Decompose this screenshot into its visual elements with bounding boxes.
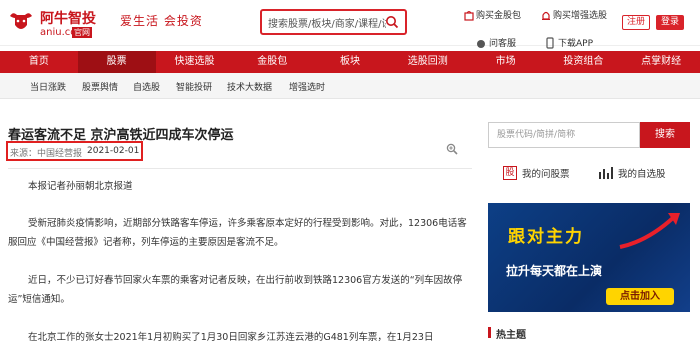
hot-topics-heading: 热主题 <box>496 330 526 341</box>
customer-service-link[interactable]: 问客服 <box>489 39 516 50</box>
main-nav: 首页 股票 快速选股 金股包 板块 选股回测 市场 投资组合 点掌财经 <box>0 51 700 73</box>
rising-arrow-icon <box>619 213 680 249</box>
nav-quick-pick[interactable]: 快速选股 <box>156 51 234 73</box>
brand-slogan: 爱生活 会投资 <box>120 14 203 28</box>
headset-icon <box>477 40 485 48</box>
zoom-icon[interactable] <box>446 143 458 155</box>
article-source: 来源：中国经营报 <box>10 149 83 159</box>
login-button[interactable]: 登录 <box>656 15 684 30</box>
nav-finance[interactable]: 点掌财经 <box>622 51 700 73</box>
article-meta: 来源：中国经营报 2021-02-01 <box>6 141 143 161</box>
nav-gold-stocks[interactable]: 金股包 <box>233 51 311 73</box>
nav-sectors[interactable]: 板块 <box>311 51 389 73</box>
divider <box>8 168 472 169</box>
stock-icon: 股 <box>503 166 517 180</box>
brand-name: 阿牛智投 <box>40 11 96 27</box>
register-button[interactable]: 注册 <box>622 15 650 30</box>
cart-icon <box>464 11 474 21</box>
buy-gold-stock-link[interactable]: 购买金股包 <box>476 11 526 22</box>
promo-banner[interactable]: 跟对主力 拉升每天都在上演 点击加入 <box>488 203 690 312</box>
my-stocks-link[interactable]: 我的问股票 <box>522 166 570 180</box>
section-marker <box>488 327 491 338</box>
nav-stocks[interactable]: 股票 <box>77 51 156 73</box>
bell-icon <box>542 11 550 20</box>
stock-search-input[interactable]: 股票代码/简拼/简称 <box>488 122 640 148</box>
nav-home[interactable]: 首页 <box>0 51 78 73</box>
article-paragraph: 在北京工作的张女士2021年1月初购买了1月30日回家乡江苏连云港的G481列车… <box>28 332 434 343</box>
official-badge: 官网 <box>72 27 92 38</box>
my-watchlist-link[interactable]: 我的自选股 <box>618 166 666 180</box>
chart-icon <box>599 167 613 179</box>
buy-enhanced-link[interactable]: 购买增强选股 <box>553 11 613 22</box>
promo-join-button[interactable]: 点击加入 <box>606 288 674 305</box>
stock-search-button[interactable]: 搜索 <box>640 122 690 148</box>
sub-nav: 当日涨跌 股票舆情 自选股 智能投研 技术大数据 增强选时 <box>0 73 700 99</box>
article-paragraph: 本报记者孙丽朝北京报道 <box>28 181 133 192</box>
nav-portfolio[interactable]: 投资组合 <box>544 51 622 73</box>
nav-market[interactable]: 市场 <box>467 51 545 73</box>
download-app-link[interactable]: 下载APP <box>558 39 593 50</box>
promo-subtitle: 拉升每天都在上演 <box>506 264 603 278</box>
subnav-tech-data[interactable]: 技术大数据 <box>227 80 272 93</box>
subnav-daily-change[interactable]: 当日涨跌 <box>30 80 66 93</box>
bull-logo-icon <box>10 13 32 29</box>
subnav-sentiment[interactable]: 股票舆情 <box>82 80 118 93</box>
subnav-watchlist[interactable]: 自选股 <box>133 80 160 93</box>
subnav-research[interactable]: 智能投研 <box>176 80 212 93</box>
top-header: 阿牛智投 aniu.com 官网 爱生活 会投资 搜索股票/板块/商家/课程/讲… <box>0 0 700 49</box>
site-logo[interactable]: 阿牛智投 aniu.com 官网 爱生活 会投资 <box>8 6 208 40</box>
stock-search: 股票代码/简拼/简称 搜索 <box>488 122 690 148</box>
header-search-input[interactable]: 搜索股票/板块/商家/课程/讲 <box>268 15 386 30</box>
promo-title: 跟对主力 <box>508 227 584 247</box>
subnav-timing[interactable]: 增强选时 <box>289 80 325 93</box>
article-date: 2021-02-01 <box>87 146 140 156</box>
nav-backtest[interactable]: 选股回测 <box>389 51 467 73</box>
header-search-box[interactable]: 搜索股票/板块/商家/课程/讲 <box>260 9 407 35</box>
phone-icon <box>546 37 554 49</box>
search-icon[interactable] <box>385 15 399 29</box>
article-paragraph: 受新冠肺炎疫情影响，近期部分铁路客车停运，许多乘客原本定好的行程受到影响。对此，… <box>8 218 467 248</box>
article-paragraph: 近日，不少已订好春节回家火车票的乘客对记者反映，在出行前收到铁路12306官方发… <box>8 275 463 305</box>
